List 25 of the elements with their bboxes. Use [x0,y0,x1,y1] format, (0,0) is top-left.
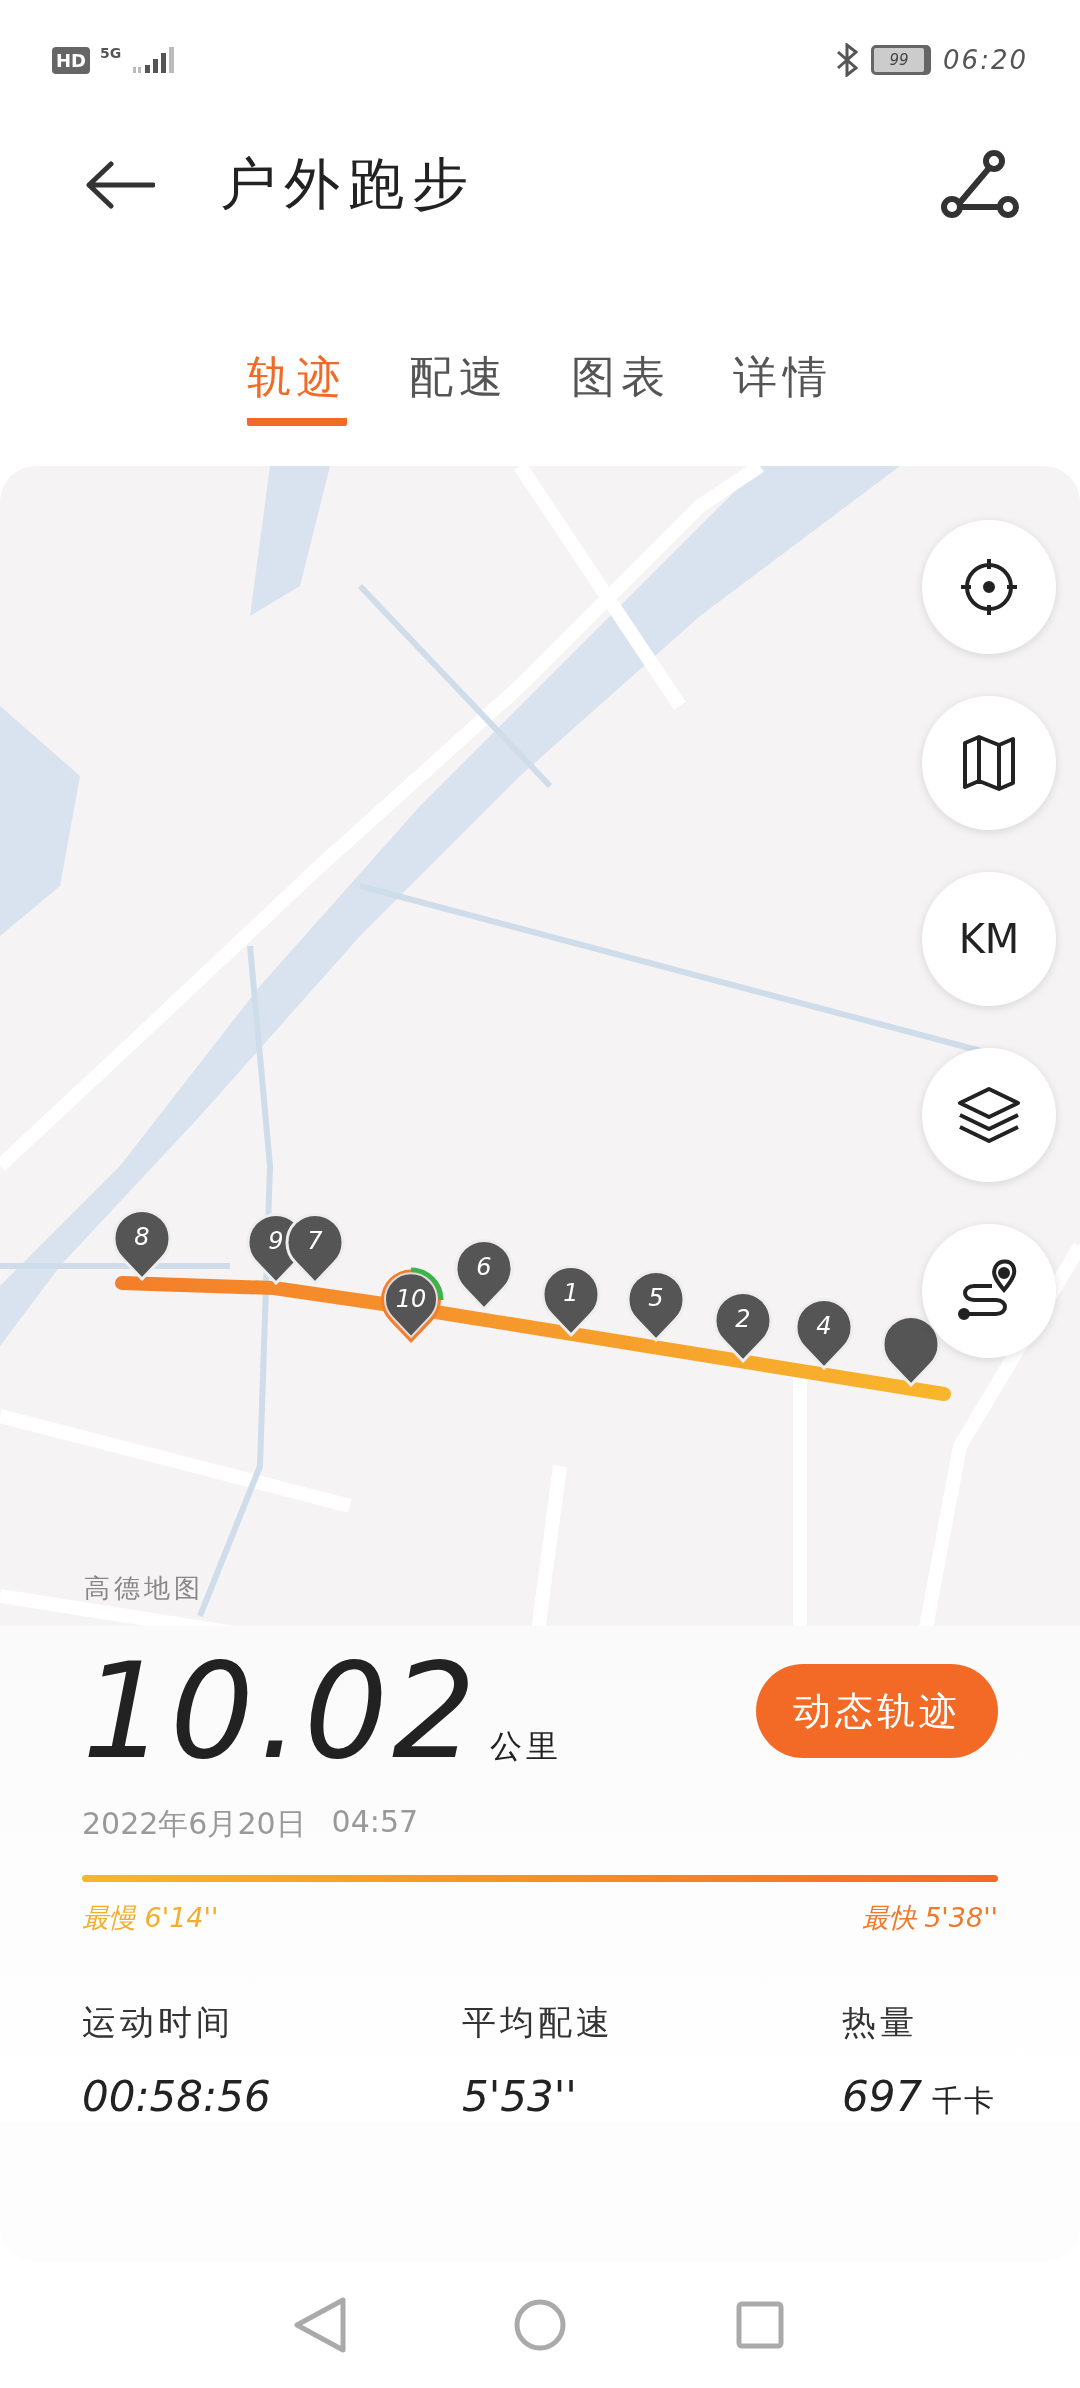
tab[interactable]: 图表 [571,348,671,426]
map-attribution: 高德地图 [84,1572,204,1605]
slowest-pace: 最慢 6'14'' [82,1901,219,1935]
tab[interactable]: 详情 [733,348,833,426]
stat-label: 平均配速 [462,2001,615,2044]
distance-unit: 公里 [489,1726,562,1767]
date-text: 2022年6月20日 [82,1805,306,1843]
stat-value: 00:58:56 [82,2072,271,2121]
tab[interactable]: 配速 [409,348,509,426]
network-label: 5G [100,45,122,61]
stat-value: 697 [842,2072,923,2121]
stat-label: 运动时间 [82,2001,235,2044]
distance-value: 10.02 [82,1634,480,1788]
stat-label: 热量 [842,2001,919,2044]
battery-icon: 99 [871,45,928,75]
page-title: 户外跑步 [220,150,477,218]
finish-marker: 10 [378,1267,444,1345]
fastest-pace: 最快 5'38'' [861,1901,998,1935]
stat-value: 5'53'' [462,2072,577,2121]
stat-unit: 千卡 [932,2082,997,2120]
time-text: 04:57 [331,1804,419,1841]
share-button[interactable] [940,150,1020,220]
clock: 06:20 [943,45,1028,75]
hd-badge: HD [52,46,90,74]
back-button[interactable] [85,160,155,210]
